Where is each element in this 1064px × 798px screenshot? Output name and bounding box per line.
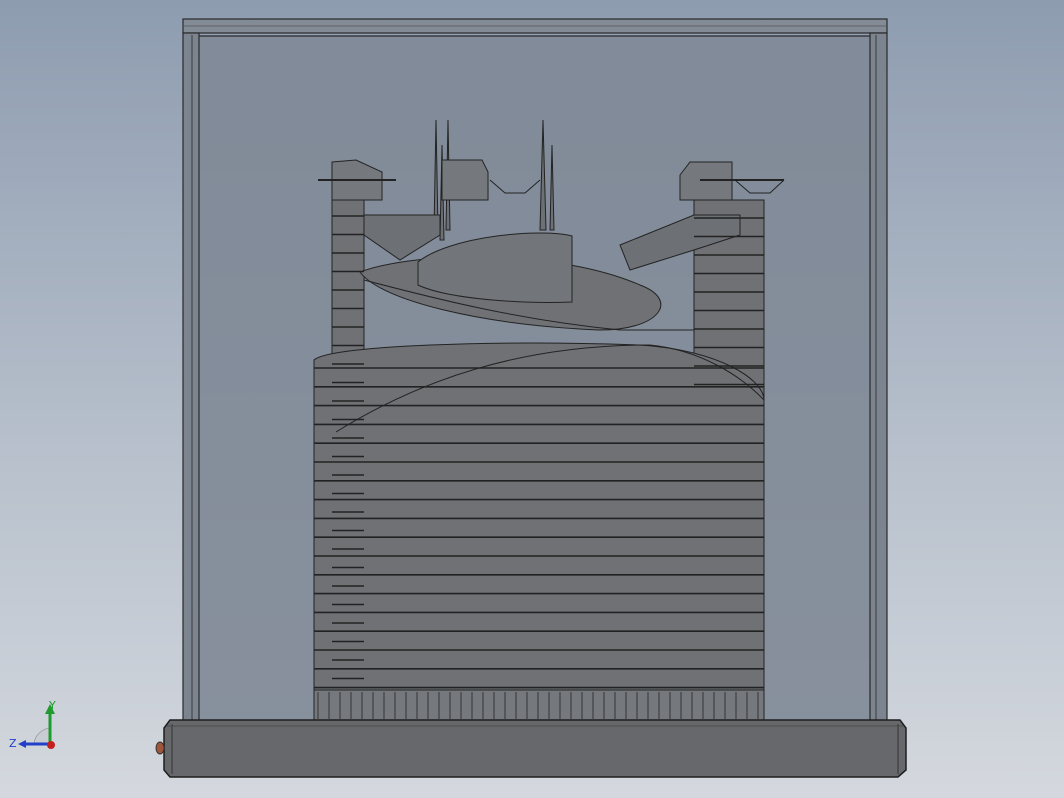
- base-knob: [155, 741, 165, 755]
- z-axis-label: Z: [9, 737, 17, 750]
- display-base: [155, 719, 907, 778]
- y-axis-label: Y: [48, 699, 56, 712]
- enclosure-post-right: [869, 32, 888, 724]
- 3d-model-view[interactable]: [0, 0, 1064, 798]
- x-axis-dot: [47, 741, 55, 749]
- colonnade-pillars: [317, 692, 759, 719]
- triad-plane-indicator: [33, 727, 51, 744]
- enclosure-post-left: [182, 32, 200, 724]
- graphics-viewport[interactable]: Y Z: [0, 0, 1064, 798]
- reference-triad: Y Z: [9, 699, 56, 750]
